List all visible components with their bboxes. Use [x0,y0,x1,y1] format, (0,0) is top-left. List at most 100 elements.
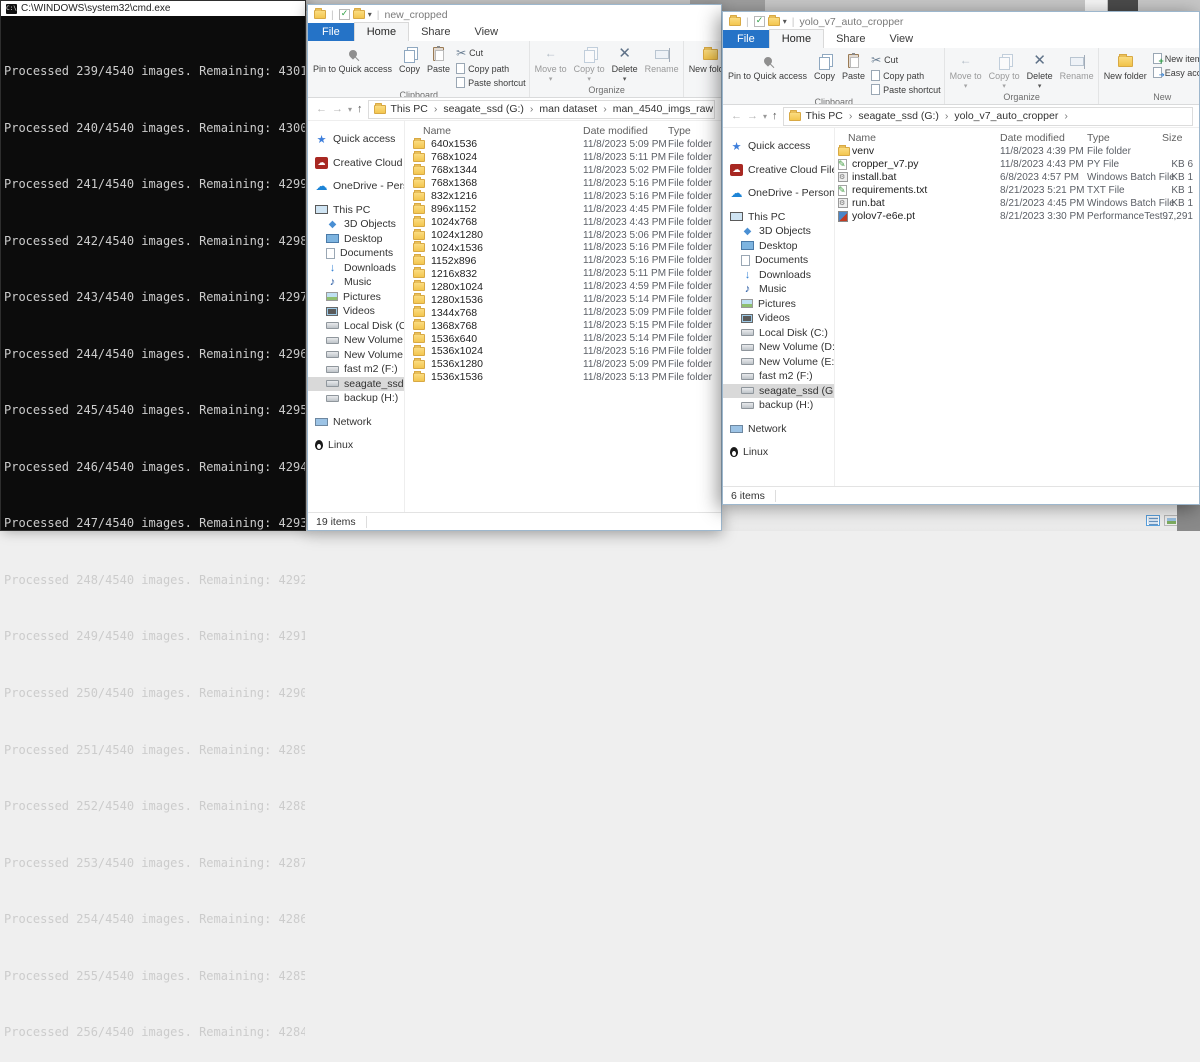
sidebar-item[interactable]: 3D Objects [308,217,404,232]
file-row[interactable]: 768x1344 11/8/2023 5:02 PM File folder [405,163,721,177]
tab-file[interactable]: File [308,23,354,41]
tab-share[interactable]: Share [409,23,462,41]
sidebar-item[interactable]: Creative Cloud Files [723,163,834,178]
address-box[interactable]: This PCseagate_ssd (G:)man datasetman_45… [367,99,715,119]
file-row[interactable]: 768x1368 11/8/2023 5:16 PM File folder [405,176,721,190]
recent-locations-icon[interactable]: ▾ [348,105,352,114]
file-row[interactable]: 1024x1536 11/8/2023 5:16 PM File folder [405,241,721,255]
sidebar-item[interactable]: New Volume (D:) [308,333,404,348]
sidebar-item[interactable]: Local Disk (C:) [308,319,404,334]
file-row[interactable]: 1344x768 11/8/2023 5:09 PM File folder [405,306,721,319]
tab-home[interactable]: Home [353,22,410,41]
copy-path-button[interactable]: Copy path [869,69,943,82]
easy-access-button[interactable]: Easy access▾ [1151,66,1199,79]
move-to-button[interactable]: ← Move to ▾ [947,50,985,91]
sidebar-item[interactable]: seagate_ssd (G:) [723,383,834,398]
sidebar-item[interactable]: Downloads [723,268,834,283]
file-row[interactable]: 1536x640 11/8/2023 5:14 PM File folder [405,332,721,345]
back-icon[interactable]: ← [731,110,742,122]
file-row[interactable]: 1536x1024 11/8/2023 5:16 PM File folder [405,344,721,358]
column-header-type[interactable]: Type [668,125,721,137]
sidebar-item[interactable]: backup (H:) [308,391,404,406]
move-to-button[interactable]: ← Move to ▾ [532,43,570,84]
qat-properties-icon[interactable] [338,8,350,20]
sidebar-item[interactable]: Network [308,415,404,430]
sidebar-item[interactable]: Videos [308,304,404,319]
breadcrumb-item[interactable]: seagate_ssd (G:) [443,103,539,115]
qat-dropdown-icon[interactable]: ▾ [783,17,787,26]
sidebar-item[interactable]: This PC [723,210,834,225]
file-row[interactable]: cropper_v7.py 11/8/2023 4:43 PM PY File … [835,158,1199,171]
tab-file[interactable]: File [723,30,769,48]
titlebar[interactable]: | ▾ | new_cropped [308,5,721,22]
breadcrumb-item[interactable]: This PC [806,110,859,122]
file-row[interactable]: requirements.txt 8/21/2023 5:21 PM TXT F… [835,184,1199,197]
sidebar-item[interactable]: Documents [723,253,834,268]
copy-to-button[interactable]: Copy to ▾ [986,50,1023,91]
pin-to-quick-access-button[interactable]: Pin to Quick access [725,50,810,82]
sidebar-item[interactable]: 3D Objects [723,224,834,239]
sidebar-item[interactable]: Downloads [308,261,404,276]
column-header-date[interactable]: Date modified [1000,132,1087,144]
file-row[interactable]: 832x1216 11/8/2023 5:16 PM File folder [405,189,721,203]
column-header-name[interactable]: Name [405,125,583,137]
file-row[interactable]: install.bat 6/8/2023 4:57 PM Windows Bat… [835,171,1199,184]
sidebar-item[interactable]: fast m2 (F:) [723,369,834,384]
forward-icon[interactable]: → [332,103,343,115]
paste-shortcut-button[interactable]: Paste shortcut [454,76,528,89]
delete-button[interactable]: ✕ Delete ▾ [609,43,641,84]
sidebar-item[interactable]: Documents [308,246,404,261]
qat-properties-icon[interactable] [753,15,765,27]
sidebar-item[interactable]: Creative Cloud Files [308,156,404,171]
up-icon[interactable]: ↑ [772,110,778,122]
sidebar-item[interactable]: Desktop [308,232,404,247]
new-folder-button[interactable]: New folder [686,43,721,75]
file-row[interactable]: 640x1536 11/8/2023 5:09 PM File folder [405,137,721,151]
qat-new-folder-icon[interactable] [352,8,365,19]
sidebar-item[interactable]: Pictures [308,290,404,305]
sidebar-item[interactable]: Quick access [308,132,404,147]
file-row[interactable]: 1216x832 11/8/2023 5:11 PM File folder [405,267,721,280]
breadcrumb-item[interactable]: man dataset [539,103,612,115]
sidebar-item[interactable]: Videos [723,311,834,326]
copy-to-button[interactable]: Copy to ▾ [571,43,608,84]
breadcrumb-item[interactable]: seagate_ssd (G:) [858,110,954,122]
copy-button[interactable]: Copy [811,50,838,82]
thumbnail-view-toggle-icon[interactable] [1164,515,1178,526]
sidebar-item[interactable]: New Volume (E:) [308,348,404,363]
copy-path-button[interactable]: Copy path [454,62,528,75]
paste-button[interactable]: Paste [424,43,453,75]
tab-home[interactable]: Home [768,29,825,48]
recent-locations-icon[interactable]: ▾ [763,112,767,121]
sidebar-item[interactable]: OneDrive - Personal [308,179,404,194]
rename-button[interactable]: Rename [1057,50,1097,82]
column-header-type[interactable]: Type [1087,132,1162,144]
paste-shortcut-button[interactable]: Paste shortcut [869,83,943,96]
file-row[interactable]: 896x1152 11/8/2023 4:45 PM File folder [405,202,721,216]
file-row[interactable]: 1280x1536 11/8/2023 5:14 PM File folder [405,293,721,306]
sidebar-item[interactable]: seagate_ssd (G:) [308,376,404,391]
sidebar-item[interactable]: Local Disk (C:) [723,326,834,341]
sidebar-item[interactable]: Pictures [723,297,834,312]
details-view-toggle-icon[interactable] [1146,515,1160,526]
file-row[interactable]: 1024x1280 11/8/2023 5:06 PM File folder [405,228,721,242]
sidebar-item[interactable]: Music [308,275,404,290]
back-icon[interactable]: ← [316,103,327,115]
sidebar-item[interactable]: Network [723,422,834,437]
up-icon[interactable]: ↑ [357,103,363,115]
file-row[interactable]: 1536x1280 11/8/2023 5:09 PM File folder [405,357,721,371]
cmd-titlebar[interactable]: C:\ C:\WINDOWS\system32\cmd.exe [1,1,305,16]
address-box[interactable]: This PCseagate_ssd (G:)yolo_v7_auto_crop… [782,106,1193,126]
file-row[interactable]: yolov7-e6e.pt 8/21/2023 3:30 PM Performa… [835,210,1199,223]
rename-button[interactable]: Rename [642,43,682,75]
sidebar-item[interactable]: New Volume (E:) [723,355,834,370]
file-row[interactable]: 1024x768 11/8/2023 4:43 PM File folder [405,215,721,229]
sidebar-item[interactable]: backup (H:) [723,398,834,413]
file-row[interactable]: venv 11/8/2023 4:39 PM File folder [835,144,1199,158]
sidebar-item[interactable]: Music [723,282,834,297]
new-folder-button[interactable]: New folder [1101,50,1150,82]
breadcrumb-item[interactable]: yolo_v7_auto_cropper [954,110,1073,122]
new-item-button[interactable]: New item▾ [1151,52,1199,66]
paste-button[interactable]: Paste [839,50,868,82]
delete-button[interactable]: ✕ Delete ▾ [1024,50,1056,91]
